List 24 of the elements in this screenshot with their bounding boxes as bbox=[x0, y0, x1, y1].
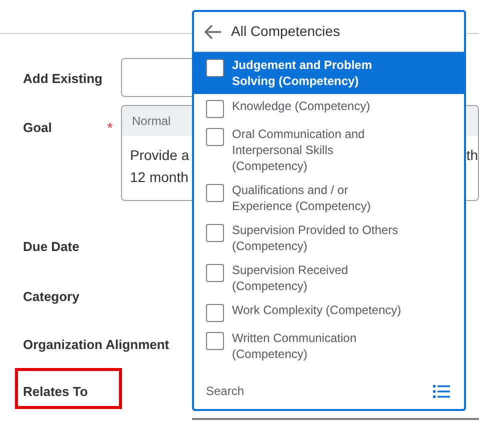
goal-text: 12 month bbox=[130, 169, 188, 185]
checkbox[interactable] bbox=[206, 332, 224, 350]
style-selector[interactable]: Normal bbox=[132, 112, 171, 130]
search-field[interactable]: Search bbox=[206, 382, 326, 400]
competency-option[interactable]: Judgement and Problem Solving (Competency) bbox=[194, 52, 464, 94]
field-label: Add Existing bbox=[23, 70, 102, 88]
goal-text: Provide a bbox=[130, 146, 190, 165]
list-icon[interactable] bbox=[433, 384, 450, 398]
checkbox[interactable] bbox=[206, 264, 224, 282]
checkbox[interactable] bbox=[206, 100, 224, 118]
required-mark: * bbox=[107, 119, 113, 139]
checkbox[interactable] bbox=[206, 224, 224, 242]
popup-title: All Competencies bbox=[231, 22, 340, 41]
goal-text: th bbox=[466, 146, 478, 165]
checkbox[interactable] bbox=[206, 304, 224, 322]
field-label: Goal bbox=[23, 119, 53, 137]
field-label: Category bbox=[23, 288, 80, 306]
back-arrow-icon[interactable] bbox=[204, 24, 222, 40]
field-label: Due Date bbox=[23, 238, 80, 256]
checkbox[interactable] bbox=[206, 184, 224, 202]
field-label: Organization Alignment bbox=[23, 336, 170, 354]
checkbox[interactable] bbox=[206, 59, 224, 77]
checkbox[interactable] bbox=[206, 128, 224, 146]
field-label: Relates To bbox=[23, 383, 88, 401]
